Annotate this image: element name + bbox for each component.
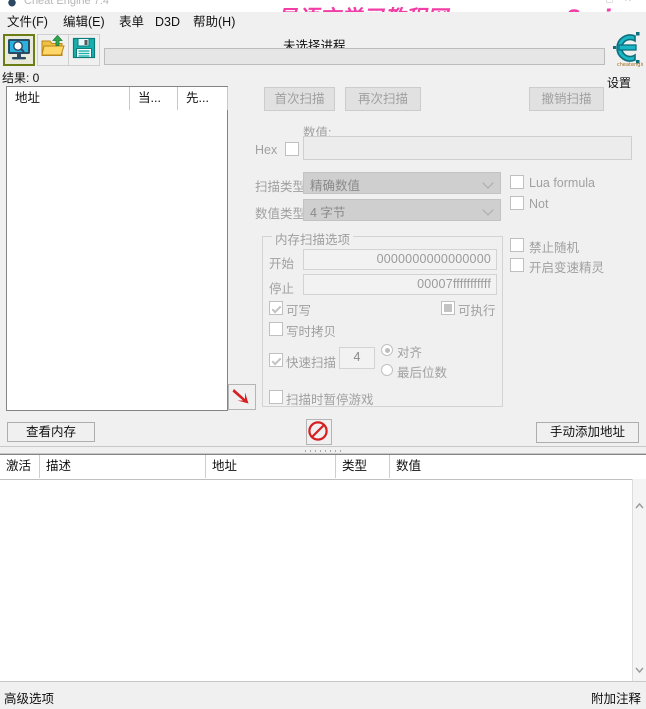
- column-type[interactable]: 类型: [336, 455, 390, 478]
- address-table-header: 激活 描述 地址 类型 数值: [0, 455, 646, 480]
- menu-help[interactable]: 帮助(H): [190, 13, 238, 31]
- alignment-label: 对齐: [397, 346, 423, 360]
- save-file-button[interactable]: [68, 34, 100, 66]
- undo-scan-button[interactable]: 撤销扫描: [529, 87, 604, 111]
- address-table[interactable]: 激活 描述 地址 类型 数值: [0, 454, 646, 681]
- scan-type-label: 扫描类型: [255, 180, 306, 194]
- executable-checkbox[interactable]: [441, 301, 455, 315]
- start-address-input[interactable]: 0000000000000000: [303, 249, 497, 270]
- panel-splitter[interactable]: [0, 446, 646, 454]
- pause-game-checkbox[interactable]: [269, 390, 283, 404]
- column-value[interactable]: 数值: [390, 455, 630, 478]
- svg-text:cheatengine: cheatengine: [617, 62, 643, 68]
- scan-results-header: 地址 当... 先...: [7, 87, 228, 112]
- lua-formula-checkbox[interactable]: [510, 175, 524, 189]
- value-type-select[interactable]: 4 字节: [303, 199, 501, 221]
- alignment-radio[interactable]: [381, 344, 393, 356]
- add-address-manually-button[interactable]: 手动添加地址: [536, 422, 639, 443]
- move-to-table-button[interactable]: [228, 384, 256, 410]
- status-bar: 高级选项 附加注释: [0, 681, 646, 709]
- copy-on-write-checkbox[interactable]: [269, 322, 283, 336]
- column-description[interactable]: 描述: [40, 455, 206, 478]
- stop-scan-button[interactable]: [306, 419, 332, 445]
- fast-scan-value-input[interactable]: 4: [339, 347, 375, 369]
- writable-label: 可写: [286, 304, 312, 318]
- hex-checkbox[interactable]: [285, 142, 299, 156]
- menu-file[interactable]: 文件(F): [4, 13, 51, 31]
- last-digits-label: 最后位数: [397, 366, 448, 380]
- monitor-magnifier-icon: [8, 39, 30, 60]
- not-label: Not: [529, 197, 549, 211]
- hex-label: Hex: [255, 143, 278, 157]
- app-icon: [8, 0, 16, 7]
- menu-bar: 文件(F) 编辑(E) 表单 D3D 帮助(H): [0, 12, 646, 32]
- column-current[interactable]: 当...: [130, 87, 178, 110]
- chevron-up-icon[interactable]: [633, 499, 646, 513]
- writable-checkbox[interactable]: [269, 301, 283, 315]
- chevron-down-icon[interactable]: [633, 663, 646, 677]
- copy-on-write-label: 写时拷贝: [286, 325, 337, 339]
- fast-scan-checkbox[interactable]: [269, 353, 283, 367]
- stop-address-value: 00007fffffffffff: [417, 277, 491, 291]
- value-type-label: 数值类型: [255, 207, 306, 221]
- settings-label[interactable]: 设置: [607, 74, 631, 91]
- stop-address-input[interactable]: 00007fffffffffff: [303, 274, 497, 295]
- cheat-engine-logo-icon[interactable]: cheatengine: [603, 26, 643, 70]
- no-random-checkbox[interactable]: [510, 238, 524, 252]
- scan-value-input[interactable]: [303, 136, 632, 160]
- no-random-label: 禁止随机: [529, 241, 580, 255]
- menu-edit[interactable]: 编辑(E): [60, 13, 108, 31]
- column-address[interactable]: 地址: [206, 455, 336, 478]
- fast-scan-label: 快速扫描: [286, 356, 337, 370]
- scan-progress-bar: [104, 48, 605, 65]
- cheat-engine-window: Cheat Engine 7.4 –◻✕ 易语言学习教程网 www.eyy8.v…: [0, 0, 646, 709]
- chevron-down-icon: [484, 179, 493, 188]
- open-process-button[interactable]: [3, 34, 35, 66]
- memory-scan-options-title: 内存扫描选项: [272, 229, 354, 248]
- address-table-scrollbar[interactable]: [632, 479, 646, 681]
- speedhack-label: 开启变速精灵: [529, 261, 605, 275]
- start-address-value: 0000000000000000: [376, 252, 491, 266]
- speedhack-checkbox[interactable]: [510, 258, 524, 272]
- scan-type-value: 精确数值: [310, 179, 361, 193]
- column-previous[interactable]: 先...: [178, 87, 228, 110]
- last-digits-radio[interactable]: [381, 364, 393, 376]
- menu-d3d[interactable]: D3D: [152, 13, 183, 31]
- red-arrow-down-right-icon: [232, 389, 249, 404]
- next-scan-button[interactable]: 再次扫描: [345, 87, 421, 111]
- executable-label: 可执行: [458, 304, 496, 318]
- splitter-grip: [305, 450, 341, 452]
- first-scan-button[interactable]: 首次扫描: [264, 87, 335, 111]
- pause-game-label: 扫描时暂停游戏: [286, 393, 374, 407]
- lua-formula-label: Lua formula: [529, 176, 596, 190]
- column-active[interactable]: 激活: [0, 455, 40, 478]
- stop-label: 停止: [269, 282, 295, 296]
- fast-scan-value: 4: [353, 350, 361, 364]
- scan-results-list[interactable]: 地址 当... 先...: [6, 86, 228, 411]
- view-memory-button[interactable]: 查看内存: [7, 422, 95, 442]
- advanced-options-label[interactable]: 高级选项: [4, 688, 54, 707]
- floppy-disk-icon: [72, 37, 96, 59]
- scan-type-select[interactable]: 精确数值: [303, 172, 501, 194]
- scan-results-body[interactable]: [7, 111, 227, 410]
- open-file-button[interactable]: [37, 34, 69, 66]
- results-count-label: 结果: 0: [2, 71, 40, 85]
- folder-open-icon: [41, 35, 65, 56]
- not-checkbox[interactable]: [510, 196, 524, 210]
- chevron-down-icon: [484, 206, 493, 215]
- window-title: Cheat Engine 7.4: [24, 0, 110, 7]
- red-prohibit-icon: [308, 421, 328, 441]
- menu-table[interactable]: 表单: [116, 13, 147, 31]
- start-label: 开始: [269, 257, 295, 271]
- extra-comment-label[interactable]: 附加注释: [591, 688, 641, 707]
- column-address[interactable]: 地址: [7, 87, 130, 110]
- value-type-value: 4 字节: [310, 206, 346, 220]
